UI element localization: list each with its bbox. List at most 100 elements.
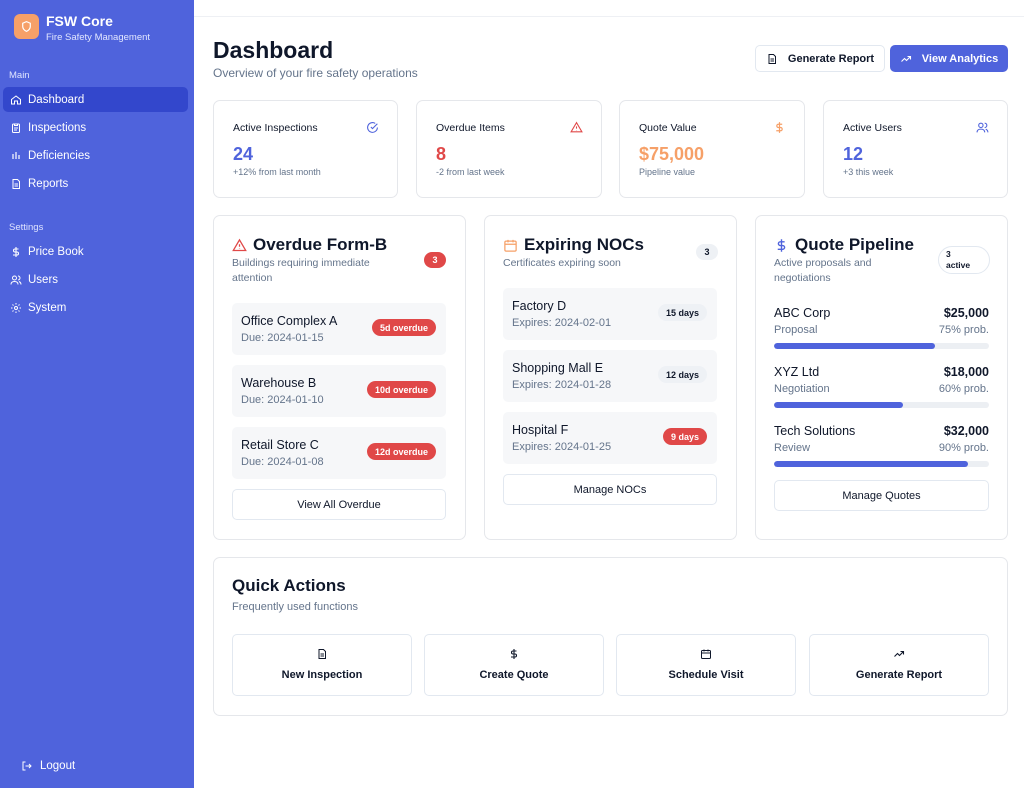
panel-title-text: Overdue Form-B — [253, 235, 388, 254]
sidebar-item-deficiencies[interactable]: Deficiencies — [3, 143, 188, 168]
days-badge: 15 days — [657, 304, 707, 321]
quote-probability: 75% prob. — [938, 324, 989, 336]
create-quote-button[interactable]: Create Quote — [424, 634, 604, 696]
due-date: Due: 2024-01-15 — [241, 332, 324, 344]
sidebar-item-label: Users — [28, 273, 59, 286]
logout-button[interactable]: Logout — [21, 760, 75, 772]
dollar-icon — [425, 648, 603, 660]
panel-subtitle: Active proposals and negotiations — [774, 256, 871, 286]
panel-subtitle-line: Active proposals and — [774, 257, 872, 269]
page-title: Dashboard — [213, 37, 334, 63]
nocs-panel: Expiring NOCs Certificates expiring soon… — [484, 215, 737, 540]
file-icon — [10, 178, 22, 190]
dollar-icon — [773, 121, 786, 134]
action-label: Schedule Visit — [668, 669, 744, 681]
sidebar-item-dashboard[interactable]: Dashboard — [3, 87, 188, 112]
quick-actions-title: Quick Actions — [232, 576, 346, 595]
nav-section-main: Main — [9, 70, 30, 81]
active-badge: 3 active — [938, 246, 990, 274]
sidebar-item-inspections[interactable]: Inspections — [3, 115, 188, 140]
manage-quotes-button[interactable]: Manage Quotes — [774, 480, 989, 511]
new-inspection-button[interactable]: New Inspection — [232, 634, 412, 696]
manage-nocs-button[interactable]: Manage NOCs — [503, 474, 717, 505]
probability-fill — [774, 343, 936, 349]
sidebar-item-price-book[interactable]: Price Book — [3, 239, 188, 264]
building-name: Retail Store C — [241, 438, 319, 452]
stat-card-active-users: Active Users 12 +3 this week — [823, 100, 1008, 198]
count-badge: 3 — [696, 244, 718, 260]
stat-note: Pipeline value — [639, 167, 696, 177]
list-item[interactable]: Hospital F Expires: 2024-01-25 9 days — [503, 412, 717, 464]
overdue-badge: 5d overdue — [371, 319, 436, 336]
panel-title: Overdue Form-B — [232, 235, 387, 255]
stat-card-quote-value: Quote Value $75,000 Pipeline value — [619, 100, 805, 198]
stat-value: 8 — [436, 144, 447, 164]
panel-title-text: Expiring NOCs — [524, 235, 644, 254]
logout-icon — [21, 760, 33, 772]
stat-label: Active Inspections — [233, 122, 318, 134]
sidebar-item-label: Deficiencies — [28, 149, 90, 162]
nav-section-settings: Settings — [9, 222, 44, 233]
quote-stage: Negotiation — [774, 383, 830, 395]
panel-subtitle-line: attention — [232, 272, 273, 284]
check-circle-icon — [366, 121, 379, 134]
probability-bar — [774, 343, 989, 349]
expiry-date: Expires: 2024-01-28 — [512, 379, 612, 391]
sidebar-item-label: Inspections — [28, 121, 87, 134]
action-label: Create Quote — [479, 669, 549, 681]
sidebar-item-users[interactable]: Users — [3, 267, 188, 292]
sidebar-item-reports[interactable]: Reports — [3, 171, 188, 196]
stat-label: Quote Value — [639, 122, 697, 134]
gear-icon — [10, 302, 22, 314]
days-badge: 12 days — [657, 366, 707, 383]
stat-note: +12% from last month — [233, 167, 321, 177]
generate-report-button[interactable]: Generate Report — [755, 45, 885, 72]
expiry-date: Expires: 2024-01-25 — [512, 441, 612, 453]
stat-card-overdue-items: Overdue Items 8 -2 from last week — [416, 100, 602, 198]
quotes-panel: Quote Pipeline Active proposals and nego… — [755, 215, 1008, 540]
list-item[interactable]: Factory D Expires: 2024-02-01 15 days — [503, 288, 717, 340]
stat-value: 12 — [843, 144, 864, 164]
shield-icon — [14, 14, 39, 39]
dollar-icon — [774, 238, 789, 253]
sidebar-item-label: Reports — [28, 177, 69, 190]
building-name: Shopping Mall E — [512, 361, 604, 375]
calendar-icon — [503, 238, 518, 253]
panel-subtitle: Certificates expiring soon — [503, 257, 621, 269]
sidebar-item-system[interactable]: System — [3, 295, 188, 320]
probability-bar — [774, 402, 989, 408]
view-analytics-button[interactable]: View Analytics — [890, 45, 1008, 72]
top-divider — [194, 16, 1024, 17]
quote-probability: 60% prob. — [938, 383, 989, 395]
list-item[interactable]: Retail Store C Due: 2024-01-08 12d overd… — [232, 427, 446, 479]
file-icon — [766, 53, 778, 65]
stat-card-active-inspections: Active Inspections 24 +12% from last mon… — [213, 100, 398, 198]
alert-triangle-icon — [570, 121, 583, 134]
panel-title: Expiring NOCs — [503, 235, 644, 255]
list-item[interactable]: Warehouse B Due: 2024-01-10 10d overdue — [232, 365, 446, 417]
alert-triangle-icon — [232, 238, 247, 253]
probability-bar — [774, 461, 989, 467]
list-item[interactable]: Office Complex A Due: 2024-01-15 5d over… — [232, 303, 446, 355]
page-subtitle: Overview of your fire safety operations — [213, 66, 418, 80]
sidebar-item-label: Dashboard — [28, 93, 85, 106]
panel-title-text: Quote Pipeline — [795, 235, 915, 254]
quick-actions-subtitle: Frequently used functions — [232, 601, 358, 613]
action-label: New Inspection — [281, 669, 363, 681]
schedule-visit-button[interactable]: Schedule Visit — [616, 634, 796, 696]
action-label: Generate Report — [855, 669, 943, 681]
stat-label: Overdue Items — [436, 122, 505, 134]
brand-subtitle: Fire Safety Management — [46, 32, 151, 43]
list-item[interactable]: Shopping Mall E Expires: 2024-01-28 12 d… — [503, 350, 717, 402]
sidebar: FSW Core Fire Safety Management Main Das… — [0, 0, 194, 788]
bars-icon — [10, 150, 22, 162]
view-all-overdue-button[interactable]: View All Overdue — [232, 489, 446, 520]
probability-fill — [774, 461, 968, 467]
panel-subtitle-line: Buildings requiring immediate — [232, 257, 370, 269]
trending-up-icon — [900, 53, 912, 65]
probability-fill — [774, 402, 903, 408]
quote-client: ABC Corp — [774, 306, 831, 320]
generate-report-quick-button[interactable]: Generate Report — [809, 634, 989, 696]
stat-note: +3 this week — [843, 167, 894, 177]
view-analytics-label: View Analytics — [921, 52, 999, 65]
